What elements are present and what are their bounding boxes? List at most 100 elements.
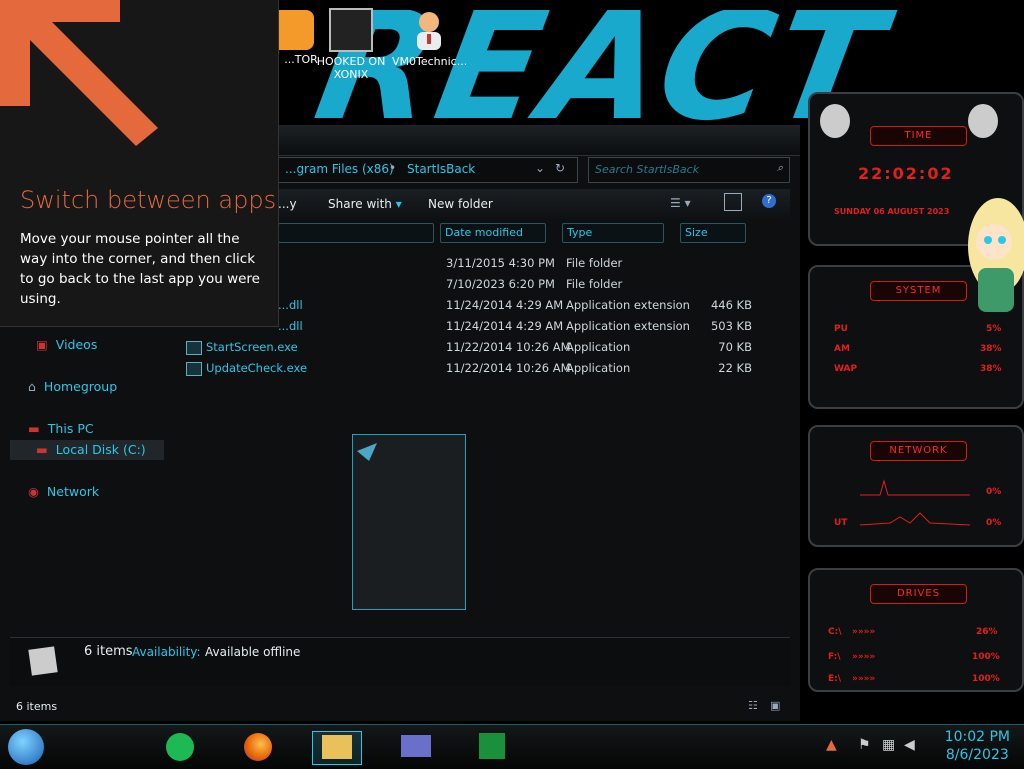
- tray-flag-icon[interactable]: ⚑: [858, 737, 871, 753]
- window-app-icon: [401, 735, 431, 757]
- time-gadget-title: TIME: [870, 126, 967, 146]
- computer-icon: ▬: [28, 421, 40, 436]
- start-button[interactable]: [8, 729, 44, 765]
- drive-f-bar: »»»»: [852, 652, 876, 662]
- details-item-count: 6 items: [84, 644, 133, 659]
- file-size: 446 KB: [710, 298, 752, 312]
- tray-volume-icon[interactable]: ◀: [904, 737, 915, 753]
- taskbar-app-window[interactable]: [396, 731, 436, 763]
- cartoon-character-image: [968, 198, 1024, 312]
- file-type: Application extension: [566, 319, 690, 333]
- chevron-down-icon: ▾: [395, 197, 402, 211]
- preview-pane-icon[interactable]: [724, 193, 742, 211]
- person-icon: [407, 8, 451, 52]
- file-row[interactable]: StartScreen.exe 11/22/2014 10:26 AM Appl…: [168, 337, 768, 357]
- status-bar: 6 items ☷ ▣: [10, 697, 790, 717]
- tray-network-icon[interactable]: ▦: [882, 737, 895, 753]
- details-pane: 6 items Availability: Available offline: [10, 637, 790, 686]
- chart-app-icon: [479, 733, 505, 759]
- drive-c-label: C:\: [828, 627, 842, 637]
- taskbar-app-explorer[interactable]: [312, 731, 362, 765]
- command-bar: ...y Share with ▾ New folder ☰ ▾ ?: [278, 189, 790, 219]
- drives-gadget-title: DRIVES: [870, 584, 967, 604]
- taskbar-date: 8/6/2023: [945, 747, 1009, 763]
- file-type: Application: [566, 340, 631, 354]
- taskbar-time: 10:02 PM: [944, 729, 1010, 745]
- startisback-logo-icon: [357, 443, 377, 461]
- file-name: ...dll: [278, 298, 303, 312]
- address-segment-startisback[interactable]: StartIsBack: [407, 162, 475, 176]
- taskbar-clock[interactable]: 10:02 PM 8/6/2023: [945, 728, 1010, 764]
- tip-title: Switch between apps: [20, 186, 277, 214]
- nav-item-label: Local Disk (C:): [55, 442, 146, 457]
- file-type: File folder: [566, 277, 623, 291]
- taskbar: ▲ ⚑ ▦ ◀ 10:02 PM 8/6/2023: [0, 724, 1024, 769]
- column-header-size[interactable]: Size: [680, 223, 746, 243]
- nav-item-homegroup[interactable]: ⌂ Homegroup: [28, 377, 117, 397]
- availability-value: Available offline: [205, 645, 301, 659]
- desktop-icon-vm0technic[interactable]: VM0Technic...: [392, 8, 467, 68]
- network-gadget[interactable]: NETWORK 0% UT 0%: [808, 425, 1024, 547]
- firefox-icon: [244, 733, 272, 761]
- column-header-name[interactable]: [278, 223, 434, 243]
- taskbar-app-green[interactable]: [160, 731, 200, 763]
- exe-file-icon: [186, 362, 202, 376]
- file-date: 11/24/2014 4:29 AM: [446, 298, 564, 312]
- desktop-icon-hooked-on-xonix[interactable]: HOOKED ON XONIX: [314, 8, 388, 81]
- availability-label: Availability:: [132, 645, 201, 659]
- nav-item-local-disk[interactable]: ▬ Local Disk (C:): [10, 440, 164, 460]
- gadget-panel: TIME 22:02:02 SUNDAY 06 AUGUST 2023 SYST…: [806, 90, 1024, 720]
- cpu-label: PU: [834, 324, 848, 334]
- file-type: Application: [566, 361, 631, 375]
- column-header-date-modified[interactable]: Date modified: [440, 223, 546, 243]
- network-graph: [860, 479, 970, 526]
- details-view-icon[interactable]: ☷: [748, 699, 758, 712]
- file-size: 503 KB: [710, 319, 752, 333]
- large-icons-view-icon[interactable]: ▣: [770, 699, 780, 712]
- file-date: 7/10/2023 6:20 PM: [446, 277, 555, 291]
- column-header-type[interactable]: Type: [562, 223, 664, 243]
- switch-apps-tip: Switch between apps Move your mouse poin…: [0, 0, 279, 327]
- nav-item-this-pc[interactable]: ▬ This PC: [28, 419, 94, 439]
- file-size: 22 KB: [718, 361, 752, 375]
- file-date: 11/22/2014 10:26 AM: [446, 361, 571, 375]
- file-name: StartScreen.exe: [206, 340, 298, 354]
- refresh-icon[interactable]: ↻: [555, 161, 565, 175]
- file-name: UpdateCheck.exe: [206, 361, 308, 375]
- file-row[interactable]: UpdateCheck.exe 11/22/2014 10:26 AM Appl…: [168, 358, 768, 378]
- ram-value: 38%: [980, 344, 1002, 354]
- new-folder-button[interactable]: New folder: [428, 197, 493, 211]
- view-options-icon[interactable]: ☰ ▾: [670, 196, 691, 210]
- drive-c-value: 26%: [976, 627, 998, 637]
- videos-icon: ▣: [36, 337, 48, 352]
- nav-item-label: This PC: [47, 421, 94, 436]
- column-headers: Date modified Type Size: [278, 223, 760, 243]
- network-icon: ◉: [28, 484, 39, 499]
- gadget-date: SUNDAY 06 AUGUST 2023: [834, 207, 950, 216]
- network-gadget-title: NETWORK: [870, 441, 967, 461]
- drives-gadget[interactable]: DRIVES C:\ »»»» 26% F:\ »»»» 100% E:\ »»…: [808, 568, 1024, 692]
- address-segment-program-files[interactable]: ...gram Files (x86): [285, 162, 394, 176]
- search-box[interactable]: Search StartIsBack ⌕: [588, 157, 790, 183]
- cpu-value: 5%: [986, 324, 1002, 334]
- help-icon[interactable]: ?: [762, 194, 776, 208]
- desktop-icon-label: HOOKED ON XONIX: [316, 55, 386, 81]
- chevron-right-icon: •: [389, 161, 397, 175]
- share-with-button[interactable]: Share with ▾: [328, 197, 402, 211]
- nav-item-videos[interactable]: ▣ Videos: [36, 335, 97, 355]
- alien-head-icon: [820, 104, 850, 138]
- chevron-down-icon[interactable]: ⌄: [535, 161, 545, 175]
- ram-label: AM: [834, 344, 850, 354]
- address-bar[interactable]: ...gram Files (x86) • StartIsBack ⌄ ↻: [278, 157, 578, 183]
- tray-flash-icon[interactable]: ▲: [826, 737, 837, 753]
- taskbar-app-chart[interactable]: [472, 731, 512, 763]
- file-type: Application extension: [566, 298, 690, 312]
- search-icon: ⌕: [776, 161, 783, 174]
- nav-item-network[interactable]: ◉ Network: [28, 482, 99, 502]
- folder-icon: [322, 735, 352, 759]
- taskbar-app-firefox[interactable]: [238, 731, 278, 763]
- status-item-count: 6 items: [16, 700, 58, 713]
- alien-head-icon: [968, 104, 998, 138]
- organize-button[interactable]: ...y: [278, 197, 297, 211]
- search-input[interactable]: Search StartIsBack: [595, 163, 699, 176]
